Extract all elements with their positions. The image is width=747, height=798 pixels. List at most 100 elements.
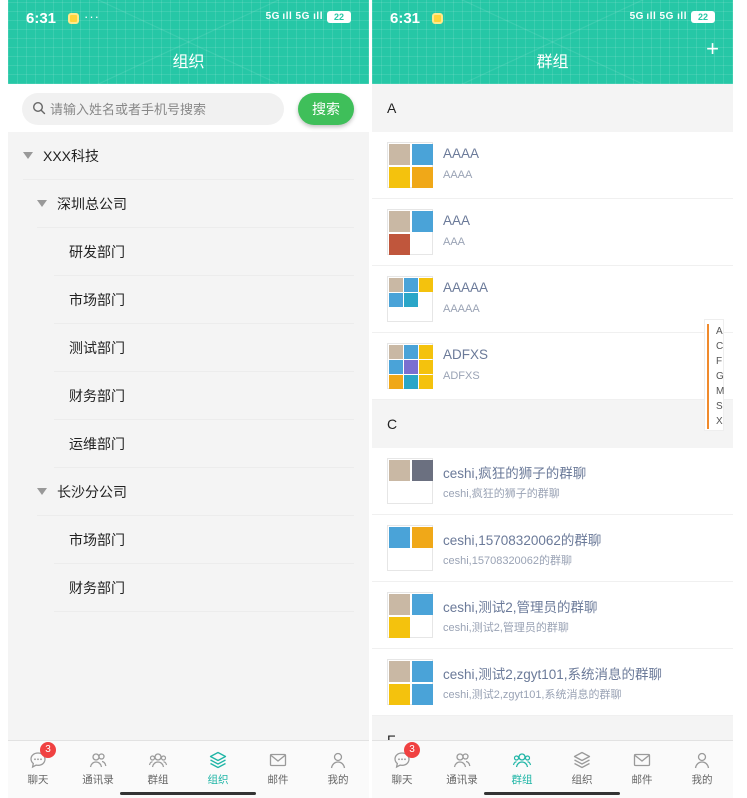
avatar-tile (412, 594, 433, 615)
layers-icon (209, 751, 227, 769)
battery-icon: 22 (691, 11, 715, 23)
tab-mail[interactable]: 邮件 (612, 741, 672, 798)
tab-label: 通讯录 (446, 774, 478, 786)
group-row[interactable]: ceshi,测试2,管理员的群聊 ceshi,测试2,管理员的群聊 (372, 582, 733, 649)
group-avatar (387, 343, 433, 389)
alpha-index-c[interactable]: C (707, 339, 727, 354)
screenshot-root: 6:31 ··· 5G ıll 5G ıll 22 组织 搜索 XXX科技深圳总… (0, 0, 747, 798)
avatar-tile (412, 144, 433, 165)
avatar-tile (389, 278, 403, 292)
layers-icon (573, 751, 591, 769)
tree-node-level-2[interactable]: 市场部门 (54, 516, 354, 564)
tree-node-label: 财务部门 (69, 388, 125, 404)
expand-triangle-icon[interactable] (23, 151, 33, 159)
unread-badge: 3 (404, 742, 420, 758)
group-avatar (387, 458, 433, 504)
group-avatar (387, 525, 433, 571)
avatar-tile (412, 211, 433, 232)
tab-contacts[interactable]: 通讯录 (432, 741, 492, 798)
group-row[interactable]: AAA AAA (372, 199, 733, 266)
profile-icon (694, 752, 710, 769)
avatar-tile (389, 661, 410, 682)
alpha-index-x[interactable]: X (707, 414, 727, 429)
search-bar: 搜索 (8, 84, 369, 132)
group-row[interactable]: ceshi,测试2,zgyt101,系统消息的群聊 ceshi,测试2,zgyt1… (372, 649, 733, 716)
signal-icon: 5G ıll 5G ıll (265, 11, 323, 22)
expand-triangle-icon[interactable] (37, 487, 47, 495)
tab-group[interactable]: 群组 (128, 741, 188, 798)
notification-icon (68, 13, 79, 24)
tab-label: 聊天 (27, 774, 49, 786)
avatar-tile (389, 460, 410, 481)
group-name: ceshi,疯狂的狮子的群聊 (443, 466, 587, 481)
avatar-tile (389, 360, 403, 374)
tree-node-level-2[interactable]: 运维部门 (54, 420, 354, 468)
group-name: ADFXS (443, 347, 489, 362)
unread-badge: 3 (40, 742, 56, 758)
group-avatar (387, 142, 433, 188)
tree-node-label: 测试部门 (69, 340, 125, 356)
avatar-tile (389, 594, 410, 615)
tree-node-level-2[interactable]: 测试部门 (54, 324, 354, 372)
tab-layers[interactable]: 组织 (188, 741, 248, 798)
tree-node-level-2[interactable]: 财务部门 (54, 372, 354, 420)
search-input[interactable] (50, 93, 278, 125)
avatar-tile (419, 360, 433, 374)
page-title: 组织 (172, 54, 205, 71)
group-row[interactable]: AAAAA AAAAA (372, 266, 733, 333)
avatar-tile (389, 234, 410, 255)
tab-profile[interactable]: 我的 (672, 741, 732, 798)
alpha-index-g[interactable]: G (707, 369, 727, 384)
group-row[interactable]: AAAA AAAA (372, 132, 733, 199)
tab-label: 聊天 (391, 774, 413, 786)
tree-node-label: XXX科技 (43, 148, 100, 164)
avatar-tile (412, 167, 433, 188)
tree-node-level-1[interactable]: 深圳总公司 (37, 180, 354, 228)
alpha-index-s[interactable]: S (707, 399, 727, 414)
add-group-button[interactable]: + (706, 38, 719, 60)
group-name: ceshi,测试2,zgyt101,系统消息的群聊 (443, 667, 663, 682)
groups-header: 6:31 5G ıll 5G ıll 22 群组 + (372, 0, 733, 84)
alpha-index-m[interactable]: M (707, 384, 727, 399)
avatar-tile (404, 293, 418, 307)
avatar-tile (419, 345, 433, 359)
group-row[interactable]: ceshi,疯狂的狮子的群聊 ceshi,疯狂的狮子的群聊 (372, 448, 733, 515)
tree-node-level-2[interactable]: 财务部门 (54, 564, 354, 612)
tab-bar: 聊天 3 通讯录 群组 组织 邮件 我的 (372, 740, 733, 798)
search-button[interactable]: 搜索 (298, 93, 354, 125)
org-screen: 6:31 ··· 5G ıll 5G ıll 22 组织 搜索 XXX科技深圳总… (8, 0, 369, 798)
tab-profile[interactable]: 我的 (308, 741, 368, 798)
tree-node-label: 深圳总公司 (57, 196, 127, 212)
tab-group[interactable]: 群组 (492, 741, 552, 798)
tab-chat[interactable]: 聊天 3 (8, 741, 68, 798)
avatar-tile (404, 345, 418, 359)
group-row[interactable]: ADFXS ADFXS (372, 333, 733, 400)
status-time: 6:31 (390, 10, 421, 27)
tree-node-label: 长沙分公司 (57, 484, 127, 500)
mail-icon (633, 753, 651, 767)
group-subtitle: ceshi,疯狂的狮子的群聊 (443, 488, 560, 500)
status-time: 6:31 (26, 10, 57, 27)
tab-chat[interactable]: 聊天 3 (372, 741, 432, 798)
avatar-tile (389, 684, 410, 705)
tab-label: 组织 (207, 774, 229, 786)
group-row[interactable]: ceshi,15708320062的群聊 ceshi,15708320062的群聊 (372, 515, 733, 582)
search-icon (32, 101, 46, 115)
tab-contacts[interactable]: 通讯录 (68, 741, 128, 798)
search-box[interactable] (22, 93, 284, 125)
tree-node-level-0[interactable]: XXX科技 (23, 132, 354, 180)
group-avatar (387, 592, 433, 638)
tab-label: 通讯录 (82, 774, 114, 786)
alpha-index-a[interactable]: A (707, 324, 727, 339)
notification-icon (432, 13, 443, 24)
tab-mail[interactable]: 邮件 (248, 741, 308, 798)
tab-label: 邮件 (631, 774, 653, 786)
group-subtitle: ADFXS (443, 370, 480, 382)
group-subtitle: ceshi,测试2,管理员的群聊 (443, 622, 569, 634)
tab-layers[interactable]: 组织 (552, 741, 612, 798)
tree-node-level-2[interactable]: 市场部门 (54, 276, 354, 324)
tree-node-level-1[interactable]: 长沙分公司 (37, 468, 354, 516)
tree-node-level-2[interactable]: 研发部门 (54, 228, 354, 276)
expand-triangle-icon[interactable] (37, 199, 47, 207)
alpha-index-f[interactable]: F (707, 354, 727, 369)
